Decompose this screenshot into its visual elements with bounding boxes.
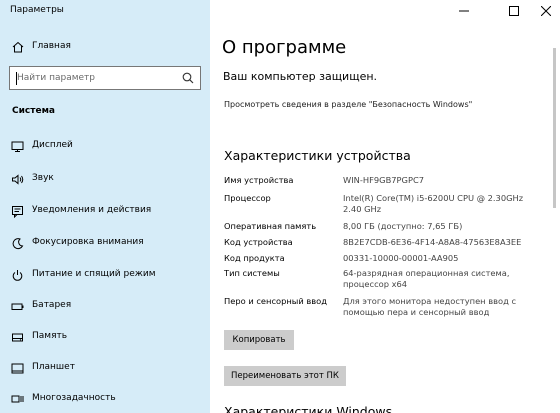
spec-value: Intel(R) Core(TM) i5-6200U CPU @ 2.30GHz… <box>343 193 524 214</box>
sidebar-item-sound[interactable]: Звук <box>0 168 210 190</box>
search-input[interactable] <box>11 68 176 88</box>
minimize-icon <box>459 10 469 12</box>
focus-assist-icon <box>12 238 24 250</box>
scrollbar[interactable] <box>553 48 556 208</box>
notifications-icon <box>12 206 23 218</box>
sidebar-item-label: Многозадачность <box>32 393 116 403</box>
sidebar-item-display[interactable]: Дисплей <box>0 135 210 157</box>
copy-button[interactable]: Копировать <box>224 330 294 350</box>
power-icon <box>12 270 23 281</box>
sidebar-item-label: Планшет <box>32 362 75 372</box>
spec-key: Код устройства <box>224 237 293 247</box>
spec-value: 64-разрядная операционная система, проце… <box>343 268 510 289</box>
close-icon <box>541 6 551 16</box>
home-icon <box>12 41 24 53</box>
sidebar-item-label: Главная <box>32 41 71 51</box>
title-bar-left: Параметры <box>0 0 210 22</box>
sidebar-item-focus-assist[interactable]: Фокусировка внимания <box>0 232 210 254</box>
spec-value: 8,00 ГБ (доступно: 7,65 ГБ) <box>343 221 463 231</box>
windows-specs-title: Характеристики Windows <box>224 404 393 413</box>
multitasking-icon <box>11 395 24 403</box>
window-title: Параметры <box>10 5 64 15</box>
protection-status: Ваш компьютер защищен. <box>223 70 378 83</box>
sidebar-item-tablet[interactable]: Планшет <box>0 357 210 379</box>
spec-key: Тип системы <box>224 268 280 278</box>
text-cursor <box>16 72 17 85</box>
spec-key: Процессор <box>224 193 271 203</box>
spec-value: Для этого монитора недоступен ввод с пом… <box>343 296 517 317</box>
page-title: О программе <box>222 37 347 58</box>
sidebar-item-label: Уведомления и действия <box>32 205 152 215</box>
sidebar-item-label: Память <box>32 331 68 341</box>
tablet-icon <box>11 363 24 374</box>
close-button[interactable] <box>534 0 558 22</box>
sidebar-item-label: Питание и спящий режим <box>32 269 156 279</box>
device-specs-title: Характеристики устройства <box>224 148 411 163</box>
main-content: О программе Ваш компьютер защищен. Просм… <box>210 22 560 413</box>
spec-value: 00331-10000-00001-AA905 <box>343 253 459 263</box>
battery-icon <box>11 303 24 310</box>
sidebar-item-battery[interactable]: Батарея <box>0 295 210 317</box>
spec-value: WIN-HF9GB7PGPC7 <box>343 175 425 185</box>
sound-icon <box>12 174 24 185</box>
sidebar-item-power[interactable]: Питание и спящий режим <box>0 264 210 286</box>
sidebar-item-multitasking[interactable]: Многозадачность <box>0 388 210 410</box>
sidebar-item-notifications[interactable]: Уведомления и действия <box>0 200 210 222</box>
search-box[interactable] <box>9 66 201 90</box>
maximize-icon <box>509 6 519 16</box>
display-icon <box>11 141 24 152</box>
maximize-button[interactable] <box>502 0 526 22</box>
security-details-link[interactable]: Просмотреть сведения в разделе "Безопасн… <box>224 99 484 110</box>
sidebar: Главная Система Дисплей Звук Уведомления… <box>0 22 210 413</box>
sidebar-section-title: Система <box>12 106 55 116</box>
sidebar-item-label: Батарея <box>32 300 72 310</box>
spec-key: Имя устройства <box>224 175 294 185</box>
sidebar-item-label: Дисплей <box>32 140 73 150</box>
sidebar-item-home[interactable]: Главная <box>0 37 210 57</box>
spec-value: 8B2E7CDB-6E36-4F14-A8A8-47563E8A3EE <box>343 237 522 247</box>
spec-key: Перо и сенсорный ввод <box>224 296 327 306</box>
sidebar-item-label: Фокусировка внимания <box>32 237 144 247</box>
search-icon[interactable] <box>182 72 194 84</box>
title-bar: Параметры <box>0 0 560 22</box>
minimize-button[interactable] <box>452 0 476 22</box>
storage-icon <box>12 333 23 342</box>
sidebar-item-storage[interactable]: Память <box>0 326 210 348</box>
rename-pc-button[interactable]: Переименовать этот ПК <box>224 366 346 386</box>
spec-key: Оперативная память <box>224 221 317 231</box>
sidebar-item-label: Звук <box>32 173 54 183</box>
spec-key: Код продукта <box>224 253 285 263</box>
